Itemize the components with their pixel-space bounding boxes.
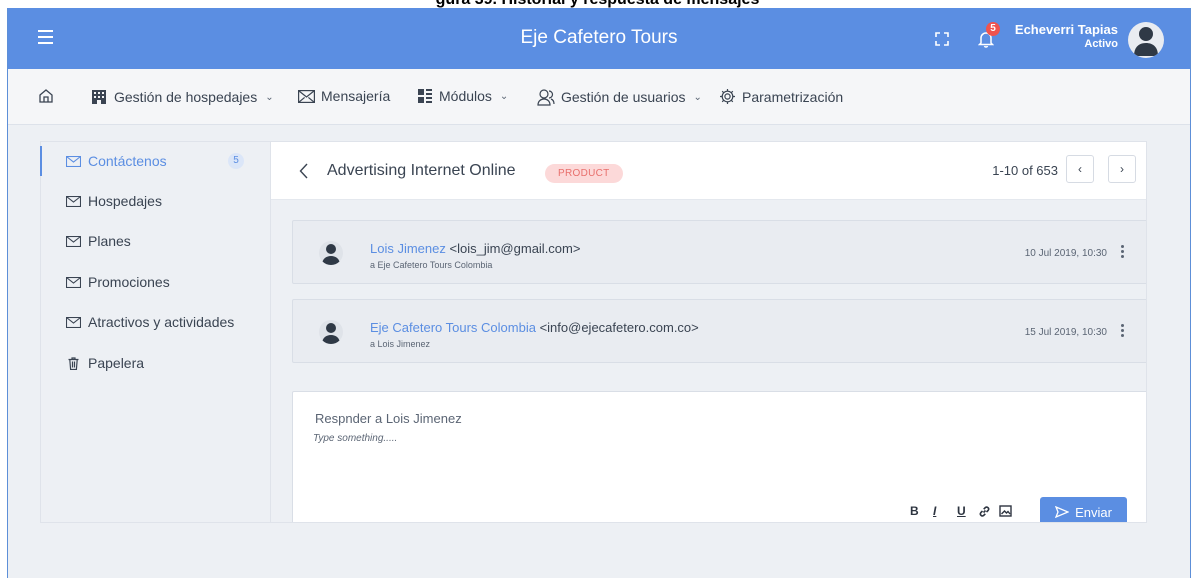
- chevron-down-icon: ⌄: [265, 91, 274, 103]
- menu-item-label: Gestión de usuarios: [561, 89, 686, 105]
- sidebar-item-label: Papelera: [88, 355, 145, 371]
- chevron-left-icon: ‹: [1078, 162, 1082, 176]
- message-recipient: a Eje Cafetero Tours Colombia: [370, 260, 493, 270]
- message-recipient: a Lois Jimenez: [370, 339, 431, 349]
- chevron-down-icon: ⌄: [499, 90, 509, 102]
- category-tag: PRODUCT: [545, 164, 623, 183]
- more-options-icon[interactable]: [1121, 324, 1125, 338]
- message-item[interactable]: Lois Jimenez <lois_jim@gmail.com> a Eje …: [292, 220, 1146, 284]
- sidebar-item-papelera[interactable]: Papelera: [41, 352, 269, 374]
- sender-avatar: [319, 241, 343, 265]
- app-frame: Eje Cafetero Tours 5 Echeverri Tapias Ac…: [7, 8, 1191, 578]
- sidebar-item-atractivos[interactable]: Atractivos y actividades: [41, 311, 269, 333]
- sidebar-item-label: Contáctenos: [88, 153, 167, 169]
- menu-item-label: Módulos: [439, 88, 492, 104]
- mail-icon: [66, 235, 81, 247]
- message-date: 10 Jul 2019, 10:30: [1024, 248, 1107, 259]
- send-button-label: Enviar: [1075, 504, 1112, 520]
- unread-count-badge: 5: [228, 153, 244, 169]
- user-avatar[interactable]: [1128, 22, 1164, 58]
- menu-home[interactable]: [38, 88, 54, 104]
- menu-item-label: Gestión de hospedajes: [114, 89, 258, 105]
- mail-icon: [66, 316, 81, 328]
- sender-email: <lois_jim@gmail.com>: [449, 241, 581, 256]
- menu-item-modulos[interactable]: Módulos ⌄: [417, 88, 508, 104]
- sidebar-item-label: Planes: [88, 233, 131, 249]
- sidebar-item-hospedajes[interactable]: Hospedajes: [41, 190, 269, 212]
- user-avatar-icon: [322, 323, 340, 344]
- more-options-icon[interactable]: [1121, 245, 1125, 259]
- message-date: 15 Jul 2019, 10:30: [1024, 327, 1107, 338]
- chevron-right-icon: ›: [1120, 162, 1124, 176]
- underline-button[interactable]: U: [957, 504, 966, 518]
- menu-item-parametrizacion[interactable]: Parametrización: [719, 88, 843, 105]
- sidebar-item-label: Promociones: [88, 274, 170, 290]
- menu-item-label: Mensajería: [321, 88, 391, 104]
- sidebar-item-promociones[interactable]: Promociones: [41, 271, 269, 293]
- bold-button[interactable]: B: [910, 504, 919, 518]
- gear-icon: [720, 89, 735, 104]
- menu-item-hospedajes[interactable]: Gestión de hospedajes ⌄: [90, 88, 274, 106]
- user-avatar-icon: [322, 244, 340, 265]
- back-arrow-icon[interactable]: [299, 163, 309, 179]
- message-thread-panel: Advertising Internet Online PRODUCT 1-10…: [270, 141, 1147, 523]
- sender-avatar: [319, 320, 343, 344]
- menu-item-label: Parametrización: [742, 88, 844, 105]
- next-page-button[interactable]: ›: [1108, 155, 1136, 183]
- mail-folder-sidebar: Contáctenos 5 Hospedajes Planes Promocio…: [40, 141, 270, 523]
- reply-input[interactable]: [313, 433, 1113, 483]
- trash-icon: [68, 356, 79, 370]
- chevron-down-icon: ⌄: [693, 91, 702, 103]
- modules-icon: [418, 89, 432, 103]
- message-item[interactable]: Eje Cafetero Tours Colombia <info@ejecaf…: [292, 299, 1146, 363]
- building-icon: [92, 90, 106, 104]
- pagination-info: 1-10 of 653: [992, 163, 1058, 178]
- main-menu-bar: Gestión de hospedajes ⌄ Mensajería Módul…: [8, 69, 1190, 125]
- user-avatar-icon: [1134, 27, 1158, 56]
- user-status: Activo: [1084, 38, 1118, 50]
- reply-box: Respnder a Lois Jimenez B I U Enviar: [292, 391, 1146, 522]
- mail-icon: [66, 276, 81, 288]
- send-button[interactable]: Enviar: [1040, 497, 1127, 522]
- prev-page-button[interactable]: ‹: [1066, 155, 1094, 183]
- app-title: Eje Cafetero Tours: [520, 27, 678, 48]
- sidebar-item-planes[interactable]: Planes: [41, 230, 269, 252]
- fullscreen-icon[interactable]: [935, 32, 949, 46]
- thread-subject: Advertising Internet Online: [327, 162, 516, 179]
- sidebar-item-label: Hospedajes: [88, 193, 162, 209]
- link-icon[interactable]: [978, 505, 991, 518]
- send-icon: [1055, 506, 1070, 518]
- users-icon: [537, 89, 555, 106]
- mail-icon: [66, 195, 81, 207]
- home-icon: [39, 89, 53, 103]
- sender-email: <info@ejecafetero.com.co>: [539, 320, 699, 335]
- sidebar-item-contactenos[interactable]: Contáctenos 5: [40, 146, 269, 176]
- thread-header: Advertising Internet Online PRODUCT 1-10…: [271, 142, 1146, 200]
- image-icon[interactable]: [999, 505, 1012, 517]
- mail-icon: [66, 155, 81, 167]
- italic-button[interactable]: I: [933, 504, 936, 518]
- menu-item-usuarios[interactable]: Gestión de usuarios ⌄: [537, 88, 702, 106]
- top-bar: Eje Cafetero Tours 5 Echeverri Tapias Ac…: [8, 8, 1190, 69]
- menu-item-mensajeria[interactable]: Mensajería: [298, 88, 390, 104]
- sidebar-item-label: Atractivos y actividades: [88, 314, 235, 330]
- mail-icon: [298, 89, 315, 103]
- message-from: Lois Jimenez <lois_jim@gmail.com>: [370, 241, 580, 256]
- notification-badge: 5: [986, 22, 1000, 36]
- user-name[interactable]: Echeverri Tapias: [1015, 22, 1118, 37]
- reply-title: Respnder a Lois Jimenez: [315, 411, 462, 426]
- sender-name[interactable]: Lois Jimenez: [370, 241, 446, 256]
- sender-name[interactable]: Eje Cafetero Tours Colombia: [370, 320, 536, 335]
- message-from: Eje Cafetero Tours Colombia <info@ejecaf…: [370, 320, 699, 335]
